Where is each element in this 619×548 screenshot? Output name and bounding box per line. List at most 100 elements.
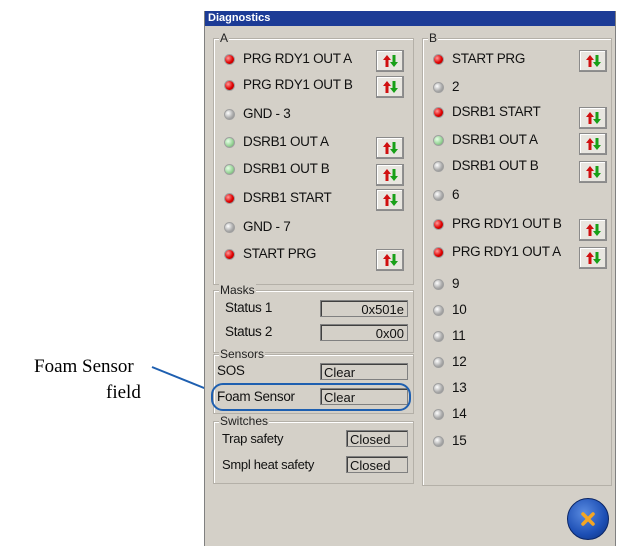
up-down-arrows-icon [586,55,601,67]
signal-row: START PRG [433,50,613,74]
sos-field: Clear [320,363,408,380]
switches-group: Switches Trap safety Closed Smpl heat sa… [213,414,414,484]
signal-label: START PRG [452,51,526,66]
annotation-label-line1: Foam Sensor [34,356,134,377]
signal-label: DSRB1 OUT A [452,132,538,147]
toggle-signal-button[interactable] [376,137,404,159]
up-down-arrows-icon [586,252,601,264]
status-led-icon [224,249,235,260]
toggle-signal-button[interactable] [376,164,404,186]
toggle-signal-button[interactable] [376,249,404,271]
toggle-signal-button[interactable] [376,189,404,211]
up-down-arrows-icon [586,138,601,150]
status2-label: Status 2 [225,324,273,339]
signal-row: 14 [433,406,613,429]
status1-label: Status 1 [225,300,273,315]
signal-row: 11 [433,328,613,351]
masks-label: Masks [219,283,256,297]
signal-label: DSRB1 OUT B [243,161,330,176]
smpl-heat-safety-label: Smpl heat safety [222,457,315,472]
signal-row: DSRB1 OUT B [433,158,613,183]
signal-row: PRG RDY1 OUT B [224,76,404,100]
close-button[interactable] [567,498,609,540]
signal-label: PRG RDY1 OUT B [452,216,562,231]
signal-row: DSRB1 START [224,189,404,213]
up-down-arrows-icon [383,194,398,206]
toggle-signal-button[interactable] [579,107,607,129]
status-led-icon [433,219,444,230]
up-down-arrows-icon [383,55,398,67]
signal-label: START PRG [243,246,317,261]
signal-label: 13 [452,380,467,395]
group-a: A PRG RDY1 OUT A PRG RDY1 OUT B GND - 3 DSR… [213,31,414,285]
trap-safety-label: Trap safety [222,431,284,446]
signal-label: 14 [452,406,467,421]
toggle-signal-button[interactable] [579,161,607,183]
group-b-label: B [428,31,439,45]
status-led-icon [433,357,444,368]
signal-row: 6 [433,187,613,210]
up-down-arrows-icon [383,81,398,93]
status-led-icon [224,164,235,175]
toggle-signal-button[interactable] [579,133,607,155]
status-led-icon [433,135,444,146]
signal-label: 10 [452,302,467,317]
status-led-icon [433,190,444,201]
status-led-icon [433,305,444,316]
signal-row: 15 [433,433,613,456]
signal-label: 15 [452,433,467,448]
toggle-signal-button[interactable] [376,76,404,98]
status-led-icon [433,279,444,290]
signal-label: 6 [452,187,460,202]
group-b: B START PRG 2 DSRB1 START DSRB1 OUT A DSRB1 … [422,31,613,486]
foam-sensor-callout [211,383,411,411]
sos-label: SOS [217,363,245,378]
toggle-signal-button[interactable] [579,219,607,241]
status-led-icon [224,80,235,91]
status-led-icon [433,107,444,118]
masks-group: Masks Status 1 0x501e Status 2 0x00 [213,283,414,353]
signal-row: GND - 7 [224,219,404,242]
signal-row: GND - 3 [224,106,404,129]
signal-label: GND - 3 [243,106,291,121]
status-led-icon [433,82,444,93]
signal-row: PRG RDY1 OUT A [433,244,613,269]
signal-label: 12 [452,354,467,369]
up-down-arrows-icon [586,112,601,124]
status-led-icon [224,193,235,204]
switches-label: Switches [219,414,270,428]
status-led-icon [433,331,444,342]
signal-row: 9 [433,276,613,299]
diagnostics-window: Diagnostics A PRG RDY1 OUT A PRG RDY1 OUT… [204,11,616,546]
status-led-icon [224,222,235,233]
annotation-label-line2: field [106,382,141,403]
signal-row: PRG RDY1 OUT B [433,216,613,241]
status-led-icon [433,161,444,172]
status2-field: 0x00 [320,324,408,341]
toggle-signal-button[interactable] [579,50,607,72]
status-led-icon [433,54,444,65]
up-down-arrows-icon [383,169,398,181]
signal-row: PRG RDY1 OUT A [224,50,404,74]
signal-label: 11 [452,328,466,343]
signal-label: GND - 7 [243,219,291,234]
signal-label: 2 [452,79,460,94]
up-down-arrows-icon [383,142,398,154]
trap-safety-field: Closed [346,430,408,447]
status-led-icon [224,54,235,65]
up-down-arrows-icon [586,224,601,236]
status-led-icon [224,109,235,120]
signal-row: DSRB1 START [433,104,613,129]
signal-row: DSRB1 OUT A [224,134,404,159]
signal-label: DSRB1 START [452,104,541,119]
signal-label: PRG RDY1 OUT B [243,77,353,92]
window-title: Diagnostics [205,11,615,26]
sensors-label: Sensors [219,347,266,361]
toggle-signal-button[interactable] [376,50,404,72]
signal-row: 13 [433,380,613,403]
signal-row: DSRB1 OUT A [433,132,613,155]
signal-row: START PRG [224,246,404,271]
status-led-icon [433,383,444,394]
toggle-signal-button[interactable] [579,247,607,269]
signal-label: PRG RDY1 OUT A [243,51,352,66]
